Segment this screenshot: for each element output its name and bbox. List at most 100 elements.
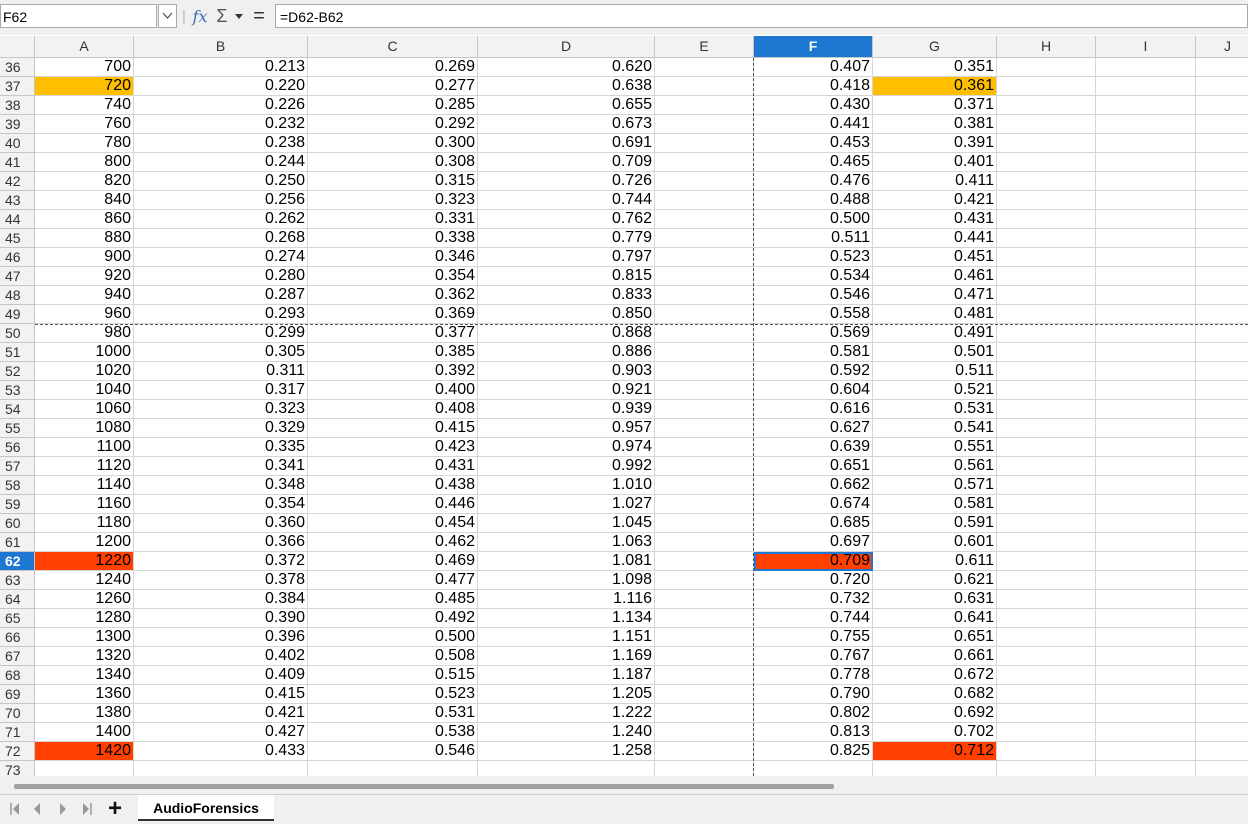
caret-down-icon[interactable]: [234, 6, 244, 26]
row-header[interactable]: 49: [0, 305, 35, 324]
cell-j42[interactable]: [1196, 172, 1248, 191]
cell-i68[interactable]: [1096, 666, 1196, 685]
cell-b70[interactable]: 0.421: [134, 704, 308, 723]
cell-f44[interactable]: 0.500: [754, 210, 873, 229]
cell-h56[interactable]: [997, 438, 1096, 457]
cell-d73[interactable]: [478, 761, 655, 776]
cell-c55[interactable]: 0.415: [308, 419, 478, 438]
cell-g59[interactable]: 0.581: [873, 495, 997, 514]
row-header[interactable]: 53: [0, 381, 35, 400]
cell-j65[interactable]: [1196, 609, 1248, 628]
column-header-i[interactable]: I: [1096, 36, 1196, 57]
cell-h38[interactable]: [997, 96, 1096, 115]
cell-f54[interactable]: 0.616: [754, 400, 873, 419]
cell-b52[interactable]: 0.311: [134, 362, 308, 381]
select-all-corner[interactable]: [0, 36, 35, 57]
cell-g45[interactable]: 0.441: [873, 229, 997, 248]
cell-h49[interactable]: [997, 305, 1096, 324]
cell-f57[interactable]: 0.651: [754, 457, 873, 476]
cell-g62[interactable]: 0.611: [873, 552, 997, 571]
cell-j49[interactable]: [1196, 305, 1248, 324]
cell-j53[interactable]: [1196, 381, 1248, 400]
scrollbar-thumb[interactable]: [14, 784, 834, 789]
cell-j66[interactable]: [1196, 628, 1248, 647]
cell-j44[interactable]: [1196, 210, 1248, 229]
cell-j50[interactable]: [1196, 324, 1248, 343]
cell-c73[interactable]: [308, 761, 478, 776]
cell-f68[interactable]: 0.778: [754, 666, 873, 685]
cell-j70[interactable]: [1196, 704, 1248, 723]
cell-e58[interactable]: [655, 476, 754, 495]
cell-j40[interactable]: [1196, 134, 1248, 153]
row-header[interactable]: 55: [0, 419, 35, 438]
cell-a52[interactable]: 1020: [35, 362, 134, 381]
cell-h61[interactable]: [997, 533, 1096, 552]
cell-b43[interactable]: 0.256: [134, 191, 308, 210]
cell-d60[interactable]: 1.045: [478, 514, 655, 533]
row-header[interactable]: 69: [0, 685, 35, 704]
add-sheet-button[interactable]: +: [108, 797, 122, 821]
cell-i66[interactable]: [1096, 628, 1196, 647]
cell-f46[interactable]: 0.523: [754, 248, 873, 267]
cell-a39[interactable]: 760: [35, 115, 134, 134]
cell-a71[interactable]: 1400: [35, 723, 134, 742]
cell-b51[interactable]: 0.305: [134, 343, 308, 362]
cell-b42[interactable]: 0.250: [134, 172, 308, 191]
cell-j60[interactable]: [1196, 514, 1248, 533]
cell-e36[interactable]: [655, 58, 754, 77]
cell-e64[interactable]: [655, 590, 754, 609]
cell-f73[interactable]: [754, 761, 873, 776]
cell-h59[interactable]: [997, 495, 1096, 514]
cell-e38[interactable]: [655, 96, 754, 115]
cell-c57[interactable]: 0.431: [308, 457, 478, 476]
cell-a44[interactable]: 860: [35, 210, 134, 229]
cell-e56[interactable]: [655, 438, 754, 457]
cell-d54[interactable]: 0.939: [478, 400, 655, 419]
cell-c48[interactable]: 0.362: [308, 286, 478, 305]
cell-f40[interactable]: 0.453: [754, 134, 873, 153]
row-header[interactable]: 50: [0, 324, 35, 343]
cell-c50[interactable]: 0.377: [308, 324, 478, 343]
cell-j56[interactable]: [1196, 438, 1248, 457]
cell-h53[interactable]: [997, 381, 1096, 400]
cell-i40[interactable]: [1096, 134, 1196, 153]
cell-e48[interactable]: [655, 286, 754, 305]
cell-e46[interactable]: [655, 248, 754, 267]
cell-d53[interactable]: 0.921: [478, 381, 655, 400]
cell-i72[interactable]: [1096, 742, 1196, 761]
cell-d68[interactable]: 1.187: [478, 666, 655, 685]
cell-f55[interactable]: 0.627: [754, 419, 873, 438]
cell-a64[interactable]: 1260: [35, 590, 134, 609]
cell-g63[interactable]: 0.621: [873, 571, 997, 590]
cell-j57[interactable]: [1196, 457, 1248, 476]
cell-f42[interactable]: 0.476: [754, 172, 873, 191]
cell-j39[interactable]: [1196, 115, 1248, 134]
cell-b62[interactable]: 0.372: [134, 552, 308, 571]
cell-a73[interactable]: [35, 761, 134, 776]
cell-f49[interactable]: 0.558: [754, 305, 873, 324]
cell-i54[interactable]: [1096, 400, 1196, 419]
cell-h39[interactable]: [997, 115, 1096, 134]
cell-j37[interactable]: [1196, 77, 1248, 96]
cell-d65[interactable]: 1.134: [478, 609, 655, 628]
cell-g61[interactable]: 0.601: [873, 533, 997, 552]
cell-i63[interactable]: [1096, 571, 1196, 590]
cell-h67[interactable]: [997, 647, 1096, 666]
row-header[interactable]: 63: [0, 571, 35, 590]
sheet-tab[interactable]: AudioForensics: [138, 795, 274, 821]
last-sheet-icon[interactable]: [80, 801, 94, 817]
cell-i50[interactable]: [1096, 324, 1196, 343]
prev-sheet-icon[interactable]: [30, 801, 44, 817]
cell-h48[interactable]: [997, 286, 1096, 305]
cell-i67[interactable]: [1096, 647, 1196, 666]
cell-f72[interactable]: 0.825: [754, 742, 873, 761]
cell-h46[interactable]: [997, 248, 1096, 267]
cell-h40[interactable]: [997, 134, 1096, 153]
cell-i48[interactable]: [1096, 286, 1196, 305]
cell-d48[interactable]: 0.833: [478, 286, 655, 305]
cell-j38[interactable]: [1196, 96, 1248, 115]
cell-b57[interactable]: 0.341: [134, 457, 308, 476]
cell-g51[interactable]: 0.501: [873, 343, 997, 362]
cell-j64[interactable]: [1196, 590, 1248, 609]
cell-h37[interactable]: [997, 77, 1096, 96]
